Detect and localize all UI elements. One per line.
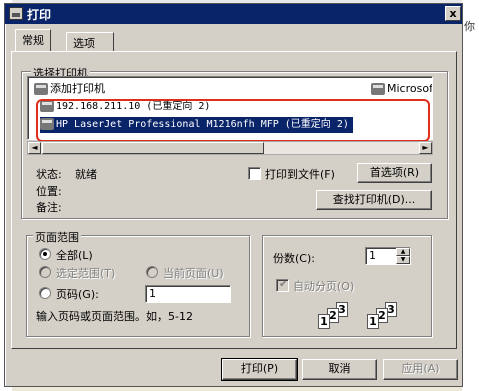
printer-item-add[interactable]: 添加打印机 [34,81,105,97]
scroll-left-button[interactable]: ◄ [28,142,41,154]
title-bar: 打印 x [5,4,462,24]
scrollbar-thumb[interactable] [42,142,264,154]
current-page-label: 当前页面(U) [163,267,224,280]
tab-options[interactable]: 选项 [66,32,114,52]
page-range-label: 页面范围 [33,229,81,245]
background-text-fragment: 你 [464,20,475,33]
tab-general[interactable]: 常规 [15,29,51,51]
print-to-file-label: 打印到文件(F) [265,168,335,181]
background-right-strip [462,0,479,391]
comment-label: 备注: [36,201,62,214]
preferences-button[interactable]: 首选项(R) [357,163,432,183]
pages-radio[interactable] [39,287,51,299]
collate-page: 1 [318,314,330,329]
apply-button[interactable]: 应用(A) [383,359,458,380]
radio-selected-dot [43,252,47,256]
printer-list-scrollbar[interactable]: ◄ ► [27,141,433,155]
collate-page: 1 [367,314,379,329]
status-value: 就绪 [75,168,97,181]
collate-checkbox[interactable]: ✔ [276,279,289,292]
find-printer-button[interactable]: 查找打印机(D)... [316,190,432,210]
current-page-radio[interactable] [146,266,158,278]
copies-label: 份数(C): [273,252,315,265]
print-button[interactable]: 打印(P) [221,358,298,381]
cancel-button[interactable]: 取消 [302,359,377,380]
add-printer-icon [34,83,48,95]
scroll-right-button[interactable]: ► [419,142,432,154]
printer-item-label: 添加打印机 [50,82,105,95]
selection-label: 选定范围(T) [56,267,116,280]
printer-item-microsoft[interactable]: Microsof [371,81,433,97]
all-pages-radio[interactable] [39,248,51,260]
copies-spin-up[interactable]: ▲ [396,248,410,256]
all-pages-label: 全部(L) [56,249,93,262]
print-to-file-checkbox[interactable] [248,167,261,180]
pages-label: 页码(G): [56,288,99,301]
highlight-annotation [36,99,430,142]
printer-icon [371,83,385,95]
status-label: 状态: [36,168,62,181]
close-button[interactable]: x [445,6,461,21]
collate-illustration-icon: 3 2 1 3 2 1 [312,302,412,334]
checkmark-icon: ✔ [279,279,288,290]
collate-label: 自动分页(O) [293,280,355,293]
copies-spin-down[interactable]: ▼ [396,256,410,264]
pages-input[interactable]: 1 [145,285,231,303]
printer-icon [9,7,23,20]
selection-radio[interactable] [39,266,51,278]
location-label: 位置: [36,185,62,198]
page-range-hint: 输入页码或页面范围。如，5-12 [36,310,193,323]
printer-item-label: Microsof [387,82,433,95]
dialog-title: 打印 [27,8,52,22]
